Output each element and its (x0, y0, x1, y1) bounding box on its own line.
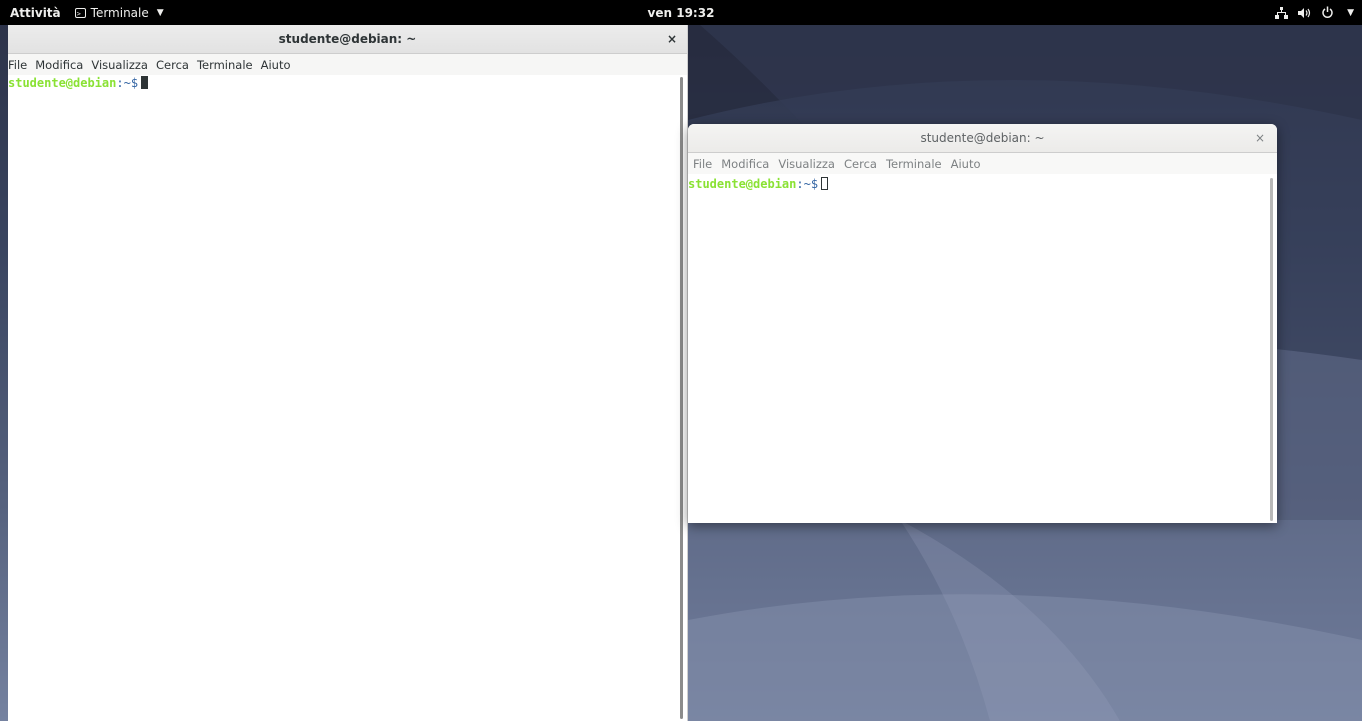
menu-item-cerca[interactable]: Cerca (844, 157, 877, 171)
volume-icon (1298, 7, 1311, 18)
window-titlebar[interactable]: studente@debian: ~ × (688, 124, 1277, 153)
window-title: studente@debian: ~ (920, 131, 1045, 145)
menu-item-aiuto[interactable]: Aiuto (261, 58, 291, 72)
terminal-area[interactable]: studente@debian:~$ (8, 75, 677, 721)
menu-bar: File Modifica Visualizza Cerca Terminale… (8, 54, 687, 75)
app-menu-label: Terminale (90, 5, 149, 20)
activities-button[interactable]: Attività (10, 6, 61, 20)
terminal-area[interactable]: studente@debian:~$ (688, 176, 1267, 523)
menu-item-modifica[interactable]: Modifica (35, 58, 83, 72)
prompt-path: :~$ (796, 177, 819, 191)
menu-item-terminale[interactable]: Terminale (197, 58, 253, 72)
close-icon[interactable]: × (1255, 124, 1265, 152)
prompt-user: studente@debian (8, 76, 117, 90)
menu-item-file[interactable]: File (693, 157, 712, 171)
menu-item-terminale[interactable]: Terminale (886, 157, 942, 171)
clock[interactable]: ven 19:32 (648, 6, 715, 20)
scrollbar-thumb[interactable] (680, 77, 683, 719)
chevron-down-icon: ▼ (156, 7, 164, 18)
menu-item-visualizza[interactable]: Visualizza (91, 58, 148, 72)
menu-item-visualizza[interactable]: Visualizza (778, 157, 835, 171)
scrollbar-thumb[interactable] (1270, 178, 1273, 521)
prompt-user: studente@debian (688, 177, 797, 191)
terminal-cursor (141, 76, 149, 89)
network-icon (1275, 6, 1289, 19)
prompt-path: :~$ (116, 76, 139, 90)
window-titlebar[interactable]: studente@debian: ~ × (8, 25, 687, 54)
menu-item-modifica[interactable]: Modifica (721, 157, 769, 171)
terminal-icon: >_ (74, 7, 86, 18)
terminal-cursor (821, 177, 829, 190)
terminal-window-main[interactable]: studente@debian: ~ × File Modifica Visua… (8, 25, 688, 721)
menu-bar: File Modifica Visualizza Cerca Terminale… (688, 153, 1277, 174)
terminal-window-secondary[interactable]: studente@debian: ~ × File Modifica Visua… (688, 124, 1277, 523)
window-title: studente@debian: ~ (278, 32, 417, 46)
menu-item-cerca[interactable]: Cerca (156, 58, 189, 72)
close-icon[interactable]: × (667, 25, 677, 53)
system-status-menu[interactable]: ▼ (1275, 6, 1354, 19)
app-menu[interactable]: >_ Terminale ▼ (74, 5, 164, 20)
top-bar: Attività >_ Terminale ▼ ven 19:32 ▼ (0, 0, 1362, 25)
menu-item-file[interactable]: File (8, 58, 27, 72)
chevron-down-icon: ▼ (1347, 7, 1354, 18)
power-icon (1322, 6, 1333, 18)
scrollbar[interactable] (1267, 176, 1277, 523)
menu-item-aiuto[interactable]: Aiuto (951, 157, 981, 171)
scrollbar[interactable] (677, 75, 687, 721)
